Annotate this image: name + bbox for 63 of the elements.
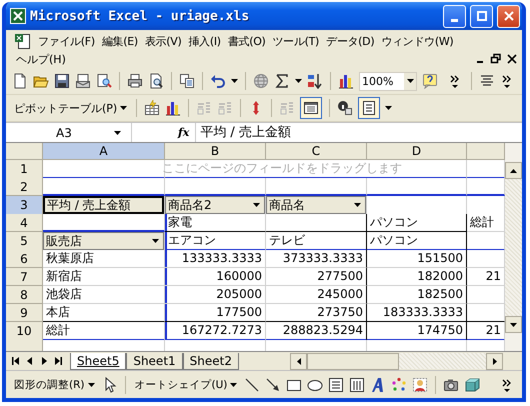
menu-item[interactable]: ツール(T)	[268, 34, 322, 48]
table-cell: 167272.7273	[165, 322, 266, 341]
drop-zone-hint: ここにページのフィールドをドラッグします	[162, 160, 402, 177]
table-cell: パソコン	[367, 214, 467, 232]
table-cell: エアコン	[165, 232, 266, 251]
draw-menu-button[interactable]: 図形の調整(R)	[12, 378, 96, 392]
table-cell: 177500	[165, 304, 266, 322]
table-cell: 182000	[367, 268, 467, 286]
pivot-field-button[interactable]: 平均 / 売上金額	[43, 196, 164, 214]
table-cell: 家電	[165, 214, 266, 232]
table-cell: 273750	[266, 304, 367, 322]
column-header[interactable]: C	[266, 143, 367, 160]
autoshapes-menu-button[interactable]: オートシェイプ(U)	[132, 378, 240, 392]
column-header[interactable]: B	[165, 143, 266, 160]
menu-item[interactable]: ウィンドウ(W)	[377, 34, 456, 48]
row-header[interactable]: 6	[6, 250, 43, 268]
row-header[interactable]: 3	[6, 196, 43, 215]
table-cell: 183333.3333	[367, 304, 467, 322]
table-cell: 205000	[165, 286, 266, 304]
table-cell: 池袋店	[43, 286, 165, 304]
table-cell: 174750	[367, 322, 467, 341]
formula-field[interactable]: 平均 / 売上金額	[195, 123, 522, 142]
row-header[interactable]: 7	[6, 268, 43, 286]
table-cell: 373333.3333	[266, 250, 367, 268]
table-cell: テレビ	[266, 232, 367, 251]
menu-item[interactable]: データ(D)	[322, 34, 378, 48]
table-cell: 245000	[266, 286, 367, 304]
row-header[interactable]: 4	[6, 214, 43, 232]
row-header[interactable]: 9	[6, 304, 43, 322]
row-header[interactable]: 2	[6, 178, 43, 196]
table-cell: 新宿店	[43, 268, 165, 286]
table-cell: 277500	[266, 268, 367, 286]
column-header[interactable]: D	[367, 143, 467, 160]
table-cell: 151500	[367, 250, 467, 268]
menu-item[interactable]: 編集(E)	[98, 34, 141, 48]
sheet-tab[interactable]: Sheet5	[70, 352, 126, 370]
table-cell: 182500	[367, 286, 467, 304]
window-title: Microsoft Excel - uriage.xls	[30, 8, 250, 24]
zoom-dropdown[interactable]: 100%	[359, 72, 417, 90]
column-header[interactable]: A	[43, 143, 165, 160]
table-cell: パソコン	[367, 232, 467, 251]
table-cell: 21	[467, 268, 505, 286]
table-cell: 総計	[43, 322, 165, 341]
table-cell: 21	[467, 322, 505, 341]
sheet-tab[interactable]: Sheet2	[182, 352, 239, 370]
table-cell: 総計	[467, 214, 505, 232]
menu-item[interactable]: 表示(V)	[140, 34, 184, 48]
menu-item[interactable]: ファイル(F)	[34, 34, 98, 48]
row-header[interactable]: 8	[6, 286, 43, 304]
menu-item[interactable]: 挿入(I)	[184, 34, 224, 48]
table-cell: 秋葉原店	[43, 250, 165, 268]
pivot-table-menu-button[interactable]: ピボットテーブル(P)	[12, 100, 130, 116]
pivot-field-button[interactable]: 商品名	[266, 196, 366, 214]
pivot-field-button[interactable]: 販売店	[43, 232, 164, 250]
table-cell: 288823.5294	[266, 322, 367, 341]
sheet-tab[interactable]: Sheet1	[126, 352, 183, 370]
table-cell: 本店	[43, 304, 165, 322]
menu-item[interactable]: ヘルプ(H)	[10, 52, 72, 66]
menu-item[interactable]: 書式(O)	[224, 34, 269, 48]
table-cell: 160000	[165, 268, 266, 286]
pivot-field-button[interactable]: 商品名2	[165, 196, 265, 214]
function-label[interactable]: fx	[178, 126, 190, 139]
table-cell: 133333.3333	[165, 250, 266, 268]
